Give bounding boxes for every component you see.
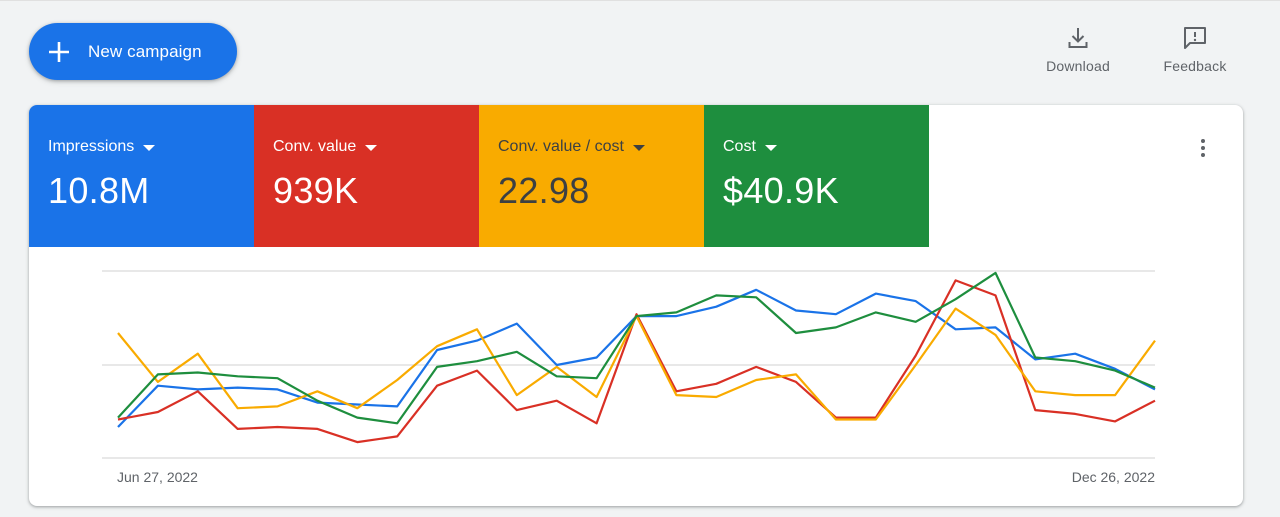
metric-header[interactable]: Cost: [723, 138, 929, 156]
metric-value: 22.98: [498, 170, 590, 211]
metric-card-cost[interactable]: Cost $40.9K: [704, 105, 929, 247]
plus-icon: [49, 41, 69, 62]
metric-value: 939K: [273, 170, 359, 211]
series-line-2: [117, 307, 1156, 421]
download-label: Download: [1046, 58, 1110, 74]
new-campaign-label: New campaign: [88, 41, 202, 61]
series-line-1: [117, 279, 1156, 444]
metric-label: Conv. value: [273, 138, 357, 155]
metric-header[interactable]: Impressions: [48, 138, 254, 156]
dropdown-arrow-icon[interactable]: [143, 144, 156, 151]
metric-value: $40.9K: [723, 170, 839, 211]
metric-card-conv-value-per-cost[interactable]: Conv. value / cost 22.98: [479, 105, 704, 247]
metric-card-impressions[interactable]: Impressions 10.8M: [29, 105, 254, 247]
dropdown-arrow-icon[interactable]: [764, 144, 777, 151]
metric-label: Conv. value / cost: [498, 138, 624, 155]
dropdown-arrow-icon[interactable]: [632, 144, 645, 151]
metric-label: Cost: [723, 138, 756, 155]
more-options-button[interactable]: [1191, 136, 1215, 162]
x-axis-end-label: Dec 26, 2022: [1072, 469, 1155, 485]
metric-header[interactable]: Conv. value / cost: [498, 138, 704, 156]
x-axis-start-label: Jun 27, 2022: [117, 469, 198, 485]
dropdown-arrow-icon[interactable]: [365, 144, 378, 151]
performance-card: Impressions 10.8M Conv. value 939K Conv.…: [29, 105, 1243, 506]
new-campaign-button[interactable]: New campaign: [29, 23, 237, 80]
feedback-button[interactable]: Feedback: [1157, 24, 1233, 74]
metric-cards: Impressions 10.8M Conv. value 939K Conv.…: [29, 105, 929, 247]
more-vert-icon: [1201, 139, 1205, 143]
download-icon: [1068, 28, 1088, 48]
download-button[interactable]: Download: [1040, 24, 1116, 74]
metric-value: 10.8M: [48, 170, 150, 211]
feedback-icon: [1184, 27, 1206, 49]
performance-line-chart: Jun 27, 2022 Dec 26, 2022: [102, 270, 1156, 485]
top-divider: [0, 0, 1280, 1]
series-line-3: [117, 271, 1156, 425]
feedback-label: Feedback: [1163, 58, 1227, 74]
metric-label: Impressions: [48, 138, 135, 155]
metric-header[interactable]: Conv. value: [273, 138, 479, 156]
metric-card-conv-value[interactable]: Conv. value 939K: [254, 105, 479, 247]
